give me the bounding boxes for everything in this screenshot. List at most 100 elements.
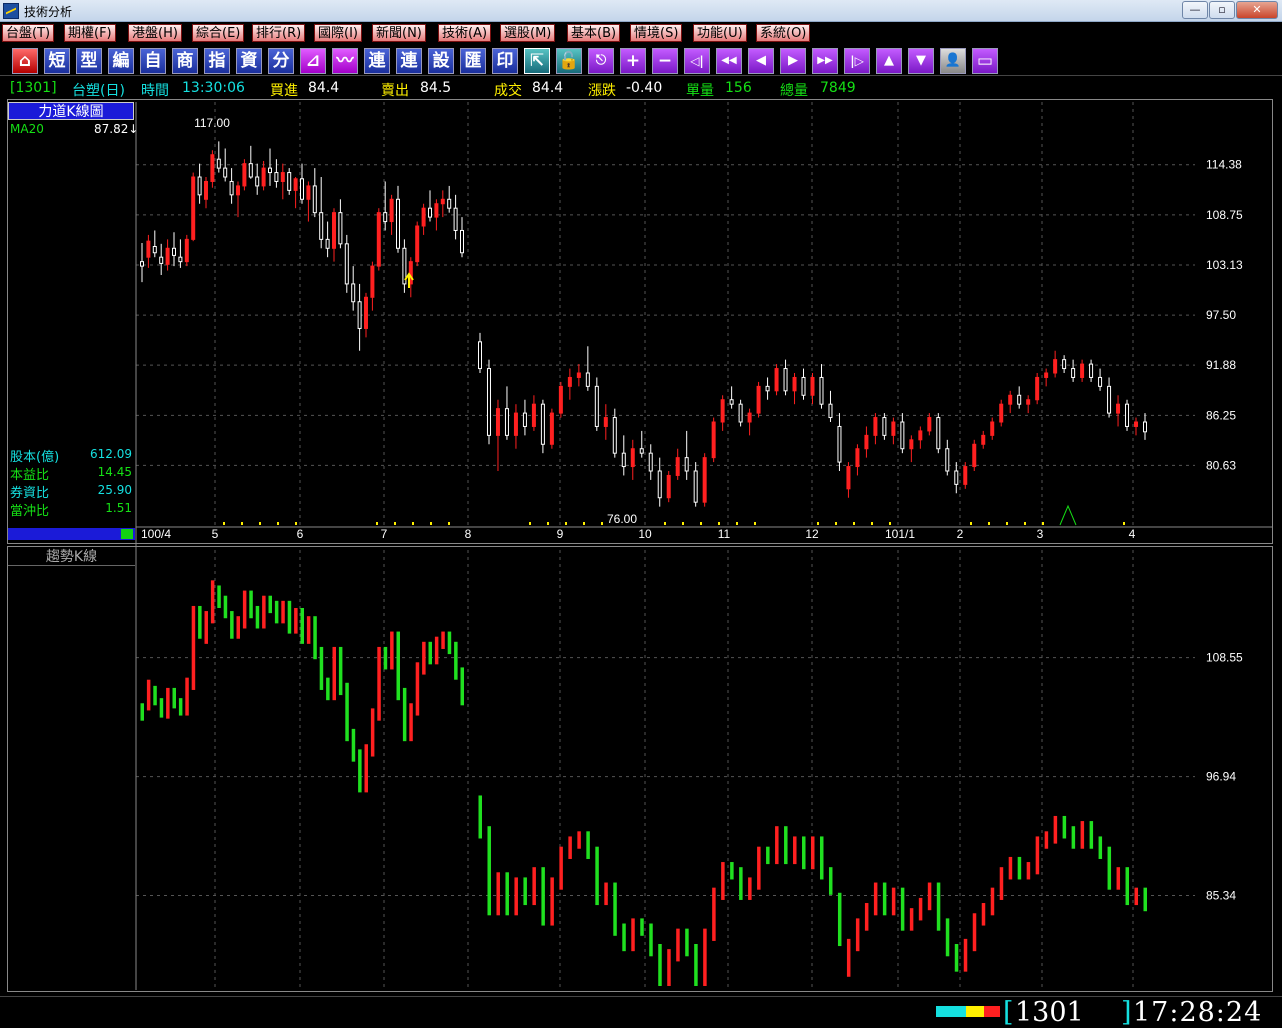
candle-body	[801, 376, 806, 396]
trend-bar	[1107, 846, 1112, 890]
candle-body	[693, 470, 698, 503]
candle-body	[268, 167, 272, 174]
candle-body	[440, 198, 445, 205]
lower-ytick-label: 96.94	[1206, 770, 1236, 784]
candle-body	[376, 212, 381, 267]
trend-bar	[837, 892, 842, 947]
trend-bar	[523, 877, 527, 906]
trend-bar	[640, 918, 644, 936]
trend-bar	[487, 826, 491, 916]
candle-body	[774, 368, 779, 392]
price-chart[interactable]: 114.38 108.75 103.13 97.50 91.88 86.25 80.63 10…	[0, 0, 1282, 1024]
volume-marker	[241, 522, 243, 525]
trend-bar	[918, 897, 923, 921]
candle-body	[495, 408, 500, 436]
volume-marker	[376, 522, 378, 525]
candle-body	[415, 225, 420, 263]
trend-bar	[658, 944, 662, 986]
trend-bar	[326, 677, 330, 701]
trend-bar	[1026, 862, 1031, 880]
trend-bar	[338, 646, 343, 696]
trend-bar	[981, 903, 986, 926]
signal-peak-icon	[1059, 504, 1077, 526]
volume-marker	[547, 522, 549, 525]
candle-body	[319, 212, 324, 240]
trend-bar	[631, 918, 635, 952]
volume-marker	[394, 522, 396, 525]
trend-bar	[306, 616, 311, 644]
candle-body	[344, 243, 349, 285]
trend-bar	[351, 728, 356, 762]
candle-body	[300, 178, 304, 200]
trend-bar	[242, 590, 247, 629]
price-annotation: 76.00	[607, 512, 637, 526]
candle-body	[223, 167, 228, 178]
volume-marker	[430, 522, 432, 525]
volume-marker	[853, 522, 855, 525]
candle-body	[1080, 363, 1085, 378]
trend-bar	[703, 928, 707, 986]
volume-marker	[871, 522, 873, 525]
candle-body	[540, 403, 545, 445]
trend-bar	[757, 846, 761, 890]
candle-body	[711, 421, 716, 459]
candle-body	[1035, 376, 1040, 401]
candle-body	[783, 368, 788, 392]
candle-body	[1116, 403, 1121, 414]
candle-body	[504, 408, 509, 436]
trend-bar	[172, 687, 176, 709]
candle-body	[434, 203, 439, 218]
trend-bar	[712, 887, 716, 941]
trend-bar	[730, 862, 734, 880]
trend-bar	[1008, 856, 1013, 880]
trend-bar	[963, 938, 968, 972]
upper-xtick-label: 5	[212, 527, 219, 541]
trend-bar	[332, 646, 336, 701]
candle-body	[216, 158, 221, 169]
volume-marker	[682, 522, 684, 525]
volume-marker	[817, 522, 819, 525]
candle-body	[765, 385, 770, 392]
candle-body	[383, 212, 388, 223]
candle-body	[999, 403, 1004, 423]
trend-bar	[294, 608, 298, 634]
candle-body	[747, 412, 752, 423]
trend-bar	[249, 590, 253, 619]
upper-xtick-label: 101/1	[885, 527, 915, 541]
lower-ytick-label: 85.34	[1206, 888, 1236, 902]
volume-marker	[664, 522, 666, 525]
trend-bar	[676, 928, 680, 962]
trend-bar	[364, 744, 368, 793]
trend-bar	[586, 831, 590, 859]
upper-ytick-label: 108.75	[1206, 208, 1243, 222]
trend-bar	[313, 616, 317, 660]
candle-body	[428, 207, 432, 218]
trend-bar	[185, 677, 189, 716]
trend-bar	[828, 867, 833, 895]
candle-body	[159, 256, 164, 264]
volume-marker	[835, 522, 837, 525]
candle-body	[1071, 368, 1076, 378]
candle-body	[585, 372, 590, 387]
trend-bar	[1035, 836, 1040, 875]
trend-bar	[667, 949, 671, 986]
candle-body	[882, 417, 887, 436]
candle-body	[738, 403, 743, 423]
trend-bar	[999, 867, 1004, 900]
trend-bar	[514, 877, 518, 916]
trend-bar	[819, 836, 824, 880]
trend-bar	[390, 631, 394, 670]
trend-bar	[559, 846, 563, 890]
trend-bar	[191, 605, 196, 690]
trend-bar	[383, 646, 388, 670]
trend-bar	[532, 867, 536, 906]
candle-body	[639, 448, 644, 454]
candle-body	[338, 212, 343, 245]
trend-bar	[255, 605, 260, 629]
candle-body	[325, 238, 330, 249]
candle-body	[152, 246, 157, 254]
upper-ytick-label: 86.25	[1206, 408, 1236, 422]
candle-body	[936, 417, 941, 450]
trend-bar	[262, 595, 266, 629]
candle-body	[146, 240, 151, 258]
